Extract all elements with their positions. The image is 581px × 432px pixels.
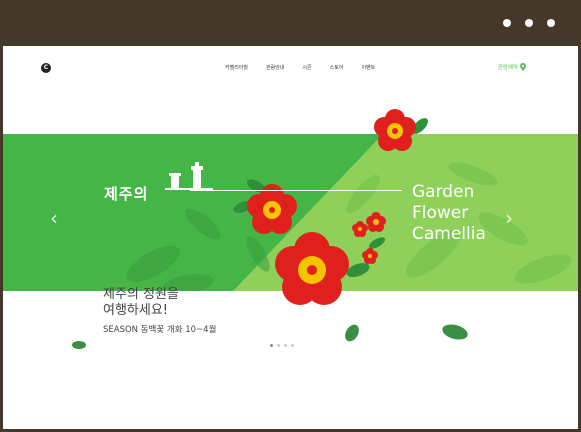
hero-subtitle: 제주의 정원을 여행하세요! SEASON 동백꽃 개화 10~4월 [103, 287, 216, 335]
camellia-flower-icon [247, 184, 297, 234]
hero-title-line: Flower [412, 203, 469, 223]
subtitle-line: 제주의 정원을 [103, 287, 179, 302]
camellia-flower-icon [366, 212, 386, 232]
pager-dot[interactable] [277, 344, 280, 347]
next-arrow-icon[interactable]: › [505, 206, 513, 230]
subtitle-line: 여행하세요! [103, 303, 169, 318]
camellia-flower-icon [275, 232, 349, 305]
pager-dot[interactable] [291, 344, 294, 347]
hero-title-line: Camellia [412, 224, 486, 244]
camellia-flower-icon [352, 221, 368, 237]
hero-title-english: Garden Flower Camellia [412, 182, 486, 245]
prev-arrow-icon[interactable]: ‹ [50, 206, 58, 230]
season-info: SEASON 동백꽃 개화 10~4월 [103, 325, 217, 335]
camellia-illustration [72, 109, 468, 349]
pager-dot[interactable] [284, 344, 287, 347]
camellia-flower-icon [374, 109, 416, 151]
title-divider [190, 190, 402, 191]
lighthouse-icon [165, 162, 213, 190]
hero-title-korean: 제주의 [104, 185, 149, 203]
slider-pager [270, 344, 294, 347]
pager-dot[interactable] [270, 344, 273, 347]
hero-title-line: Garden [412, 182, 475, 202]
camellia-flower-icon [362, 248, 378, 264]
